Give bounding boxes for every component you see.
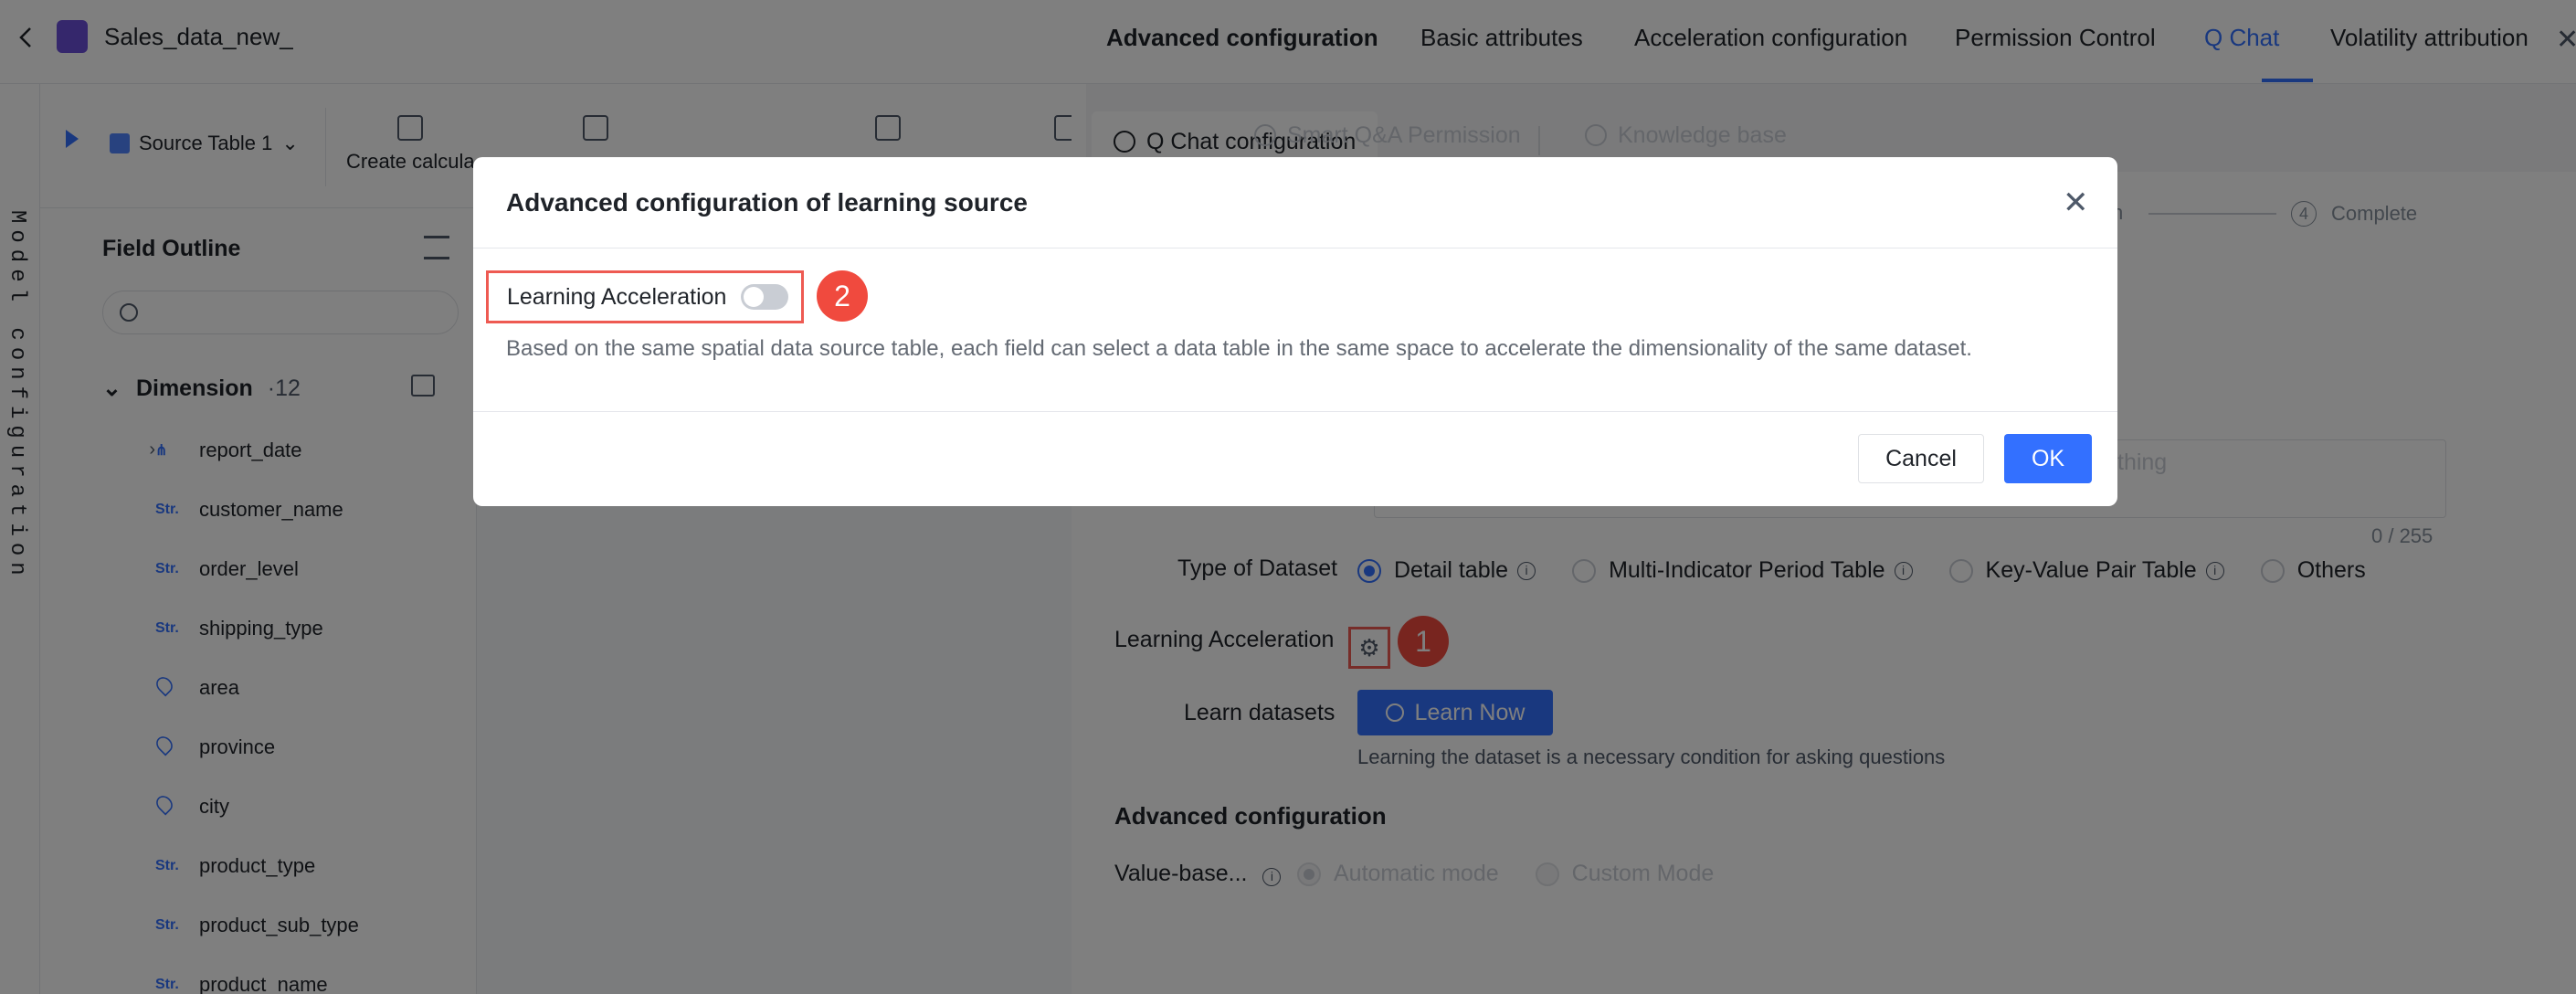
modal-header: Advanced configuration of learning sourc… bbox=[473, 157, 2117, 248]
step-marker-2: 2 bbox=[817, 270, 868, 322]
learning-acceleration-toggle[interactable] bbox=[741, 284, 789, 310]
ok-button[interactable]: OK bbox=[2004, 434, 2092, 483]
learning-acceleration-toggle-row: Learning Acceleration bbox=[486, 270, 804, 323]
close-icon[interactable]: ✕ bbox=[2063, 185, 2089, 221]
modal-description: Based on the same spatial data source ta… bbox=[506, 336, 1972, 361]
cancel-button[interactable]: Cancel bbox=[1858, 434, 1984, 483]
learning-source-modal: Advanced configuration of learning sourc… bbox=[473, 157, 2117, 506]
modal-title: Advanced configuration of learning sourc… bbox=[506, 188, 1028, 217]
learning-acceleration-toggle-label: Learning Acceleration bbox=[507, 283, 727, 310]
modal-footer: Cancel OK bbox=[473, 411, 2117, 506]
